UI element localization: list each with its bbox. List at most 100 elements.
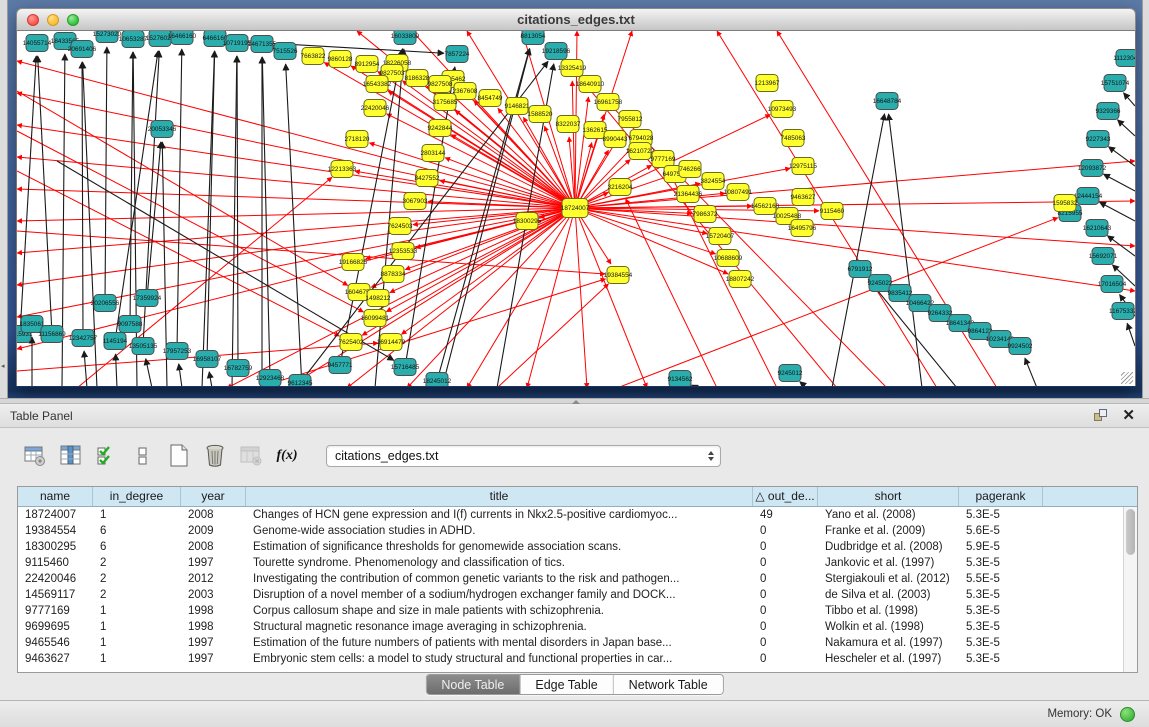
table-cell[interactable]: 1998 xyxy=(181,619,246,635)
graph-node[interactable]: 10688609 xyxy=(714,250,743,267)
graph-node[interactable]: 11156869 xyxy=(38,326,66,343)
graph-node[interactable]: 16466160 xyxy=(168,31,197,45)
graph-node[interactable]: 21364436 xyxy=(674,186,703,203)
table-row[interactable]: 969969511998Structural magnetic resonanc… xyxy=(18,619,1137,635)
table-cell[interactable]: 5.3E-5 xyxy=(959,651,1043,667)
table-row[interactable]: 1872400712008Changes of HCN gene express… xyxy=(18,507,1137,523)
table-cell[interactable]: Estimation of significance thresholds fo… xyxy=(246,539,753,555)
column-header-out_de[interactable]: △ out_de... xyxy=(753,487,818,506)
table-cell[interactable]: 9463627 xyxy=(18,651,93,667)
table-cell[interactable]: 5.6E-5 xyxy=(959,523,1043,539)
table-cell[interactable]: 1 xyxy=(93,603,181,619)
graph-node[interactable]: 9134562 xyxy=(668,371,693,387)
graph-node[interactable]: 8878334 xyxy=(381,266,406,283)
graph-node[interactable]: 18807242 xyxy=(726,271,755,288)
graph-node[interactable]: 9463627 xyxy=(791,189,816,206)
graph-node[interactable]: 6791912 xyxy=(848,261,873,278)
table-cell[interactable]: 18300295 xyxy=(18,539,93,555)
table-cell[interactable]: 18724007 xyxy=(18,507,93,523)
delete-column-icon[interactable] xyxy=(200,442,230,470)
table-cell[interactable]: Changes of HCN gene expression and I(f) … xyxy=(246,507,753,523)
graph-node[interactable]: 9227343 xyxy=(1086,131,1111,148)
table-cell[interactable]: 1 xyxy=(93,651,181,667)
graph-node[interactable]: 7515526 xyxy=(273,43,298,60)
table-selector-dropdown[interactable]: citations_edges.txt xyxy=(326,445,721,467)
close-panel-icon[interactable]: ✕ xyxy=(1122,409,1135,423)
graph-node[interactable]: 1595832 xyxy=(1053,195,1078,212)
table-cell[interactable]: 0 xyxy=(753,555,818,571)
table-cell[interactable]: 0 xyxy=(753,619,818,635)
float-panel-icon[interactable] xyxy=(1094,409,1110,423)
resize-grip[interactable] xyxy=(1121,372,1133,384)
tab-edge-table[interactable]: Edge Table xyxy=(520,675,613,694)
graph-node[interactable]: 10973493 xyxy=(768,101,797,118)
table-cell[interactable]: 5.3E-5 xyxy=(959,635,1043,651)
table-cell[interactable]: 2003 xyxy=(181,587,246,603)
network-graph[interactable]: 1405571418433565206914061527302010653287… xyxy=(17,31,1135,386)
memory-status-dot[interactable] xyxy=(1120,707,1135,722)
table-row[interactable]: 2242004622012Investigating the contribut… xyxy=(18,571,1137,587)
graph-node[interactable]: 1588520 xyxy=(528,106,553,123)
graph-node[interactable]: 16543382 xyxy=(363,76,392,93)
graph-node[interactable]: 9457771 xyxy=(328,357,353,374)
graph-node[interactable]: 17957253 xyxy=(163,343,192,360)
column-header-year[interactable]: year xyxy=(181,487,246,506)
table-cell[interactable]: Tourette syndrome. Phenomenology and cla… xyxy=(246,555,753,571)
graph-node[interactable]: 8813054 xyxy=(521,31,546,45)
graph-node[interactable]: 16914479 xyxy=(377,334,406,351)
table-cell[interactable]: 2008 xyxy=(181,539,246,555)
graph-node[interactable]: 2718120 xyxy=(345,131,370,148)
graph-node[interactable]: 1145194 xyxy=(103,333,128,350)
table-cell[interactable]: 49 xyxy=(753,507,818,523)
graph-node[interactable]: 7986372 xyxy=(693,206,718,223)
graph-node[interactable]: 16782759 xyxy=(224,360,253,377)
graph-node[interactable]: 12353533 xyxy=(389,243,418,260)
graph-node[interactable]: 746266 xyxy=(679,161,701,178)
graph-node[interactable]: 9329366 xyxy=(1096,103,1121,120)
graph-node[interactable]: 8186328 xyxy=(405,70,430,87)
graph-node[interactable]: 12975115 xyxy=(789,158,817,175)
graph-node[interactable]: 1498212 xyxy=(366,290,391,307)
graph-node[interactable]: 16033809 xyxy=(391,31,420,45)
graph-node[interactable]: 7624503 xyxy=(388,218,413,235)
graph-node[interactable]: 9146821 xyxy=(505,98,530,115)
column-header-pagerank[interactable]: pagerank xyxy=(959,487,1043,506)
graph-node[interactable]: 9097588 xyxy=(118,316,143,333)
table-cell[interactable]: 5.3E-5 xyxy=(959,555,1043,571)
table-cell[interactable]: Nakamura et al. (1997) xyxy=(818,635,959,651)
table-row[interactable]: 946554611997Estimation of the future num… xyxy=(18,635,1137,651)
table-cell[interactable]: 0 xyxy=(753,603,818,619)
graph-node[interactable]: 8454749 xyxy=(478,90,503,107)
table-cell[interactable]: 1 xyxy=(93,635,181,651)
table-cell[interactable]: 1 xyxy=(93,507,181,523)
table-cell[interactable]: 9699695 xyxy=(18,619,93,635)
table-cell[interactable]: 0 xyxy=(753,539,818,555)
graph-node[interactable]: 7857224 xyxy=(445,46,470,63)
table-cell[interactable]: Investigating the contribution of common… xyxy=(246,571,753,587)
table-row[interactable]: 946362711997Embryonic stem cells: a mode… xyxy=(18,651,1137,667)
graph-node[interactable]: 20691406 xyxy=(68,41,97,58)
table-cell[interactable]: Yano et al. (2008) xyxy=(818,507,959,523)
table-cell[interactable]: 0 xyxy=(753,587,818,603)
tab-network-table[interactable]: Network Table xyxy=(614,675,723,694)
table-cell[interactable]: Jankovic et al. (1997) xyxy=(818,555,959,571)
graph-node[interactable]: 11675332 xyxy=(1109,303,1135,320)
table-cell[interactable]: 2 xyxy=(93,571,181,587)
table-cell[interactable]: Stergiakouli et al. (2012) xyxy=(818,571,959,587)
graph-node[interactable]: 20053346 xyxy=(148,121,177,138)
column-header-short[interactable]: short xyxy=(818,487,959,506)
graph-node[interactable]: 9777169 xyxy=(651,151,676,168)
graph-node[interactable]: 3067903 xyxy=(403,193,428,210)
table-cell[interactable]: Disruption of a novel member of a sodium… xyxy=(246,587,753,603)
table-cell[interactable]: 0 xyxy=(753,651,818,667)
graph-node[interactable]: 2803144 xyxy=(421,145,446,162)
table-row[interactable]: 977716911998Corpus callosum shape and si… xyxy=(18,603,1137,619)
table-cell[interactable]: 1997 xyxy=(181,555,246,571)
graph-node[interactable]: 16961758 xyxy=(594,94,623,111)
graph-node[interactable]: 22420046 xyxy=(361,100,390,117)
table-cell[interactable]: 5.3E-5 xyxy=(959,619,1043,635)
graph-node[interactable]: 12923468 xyxy=(256,370,285,387)
graph-node[interactable]: 19166825 xyxy=(339,254,368,271)
graph-node[interactable]: 14055714 xyxy=(23,35,52,52)
table-cell[interactable]: 2 xyxy=(93,555,181,571)
